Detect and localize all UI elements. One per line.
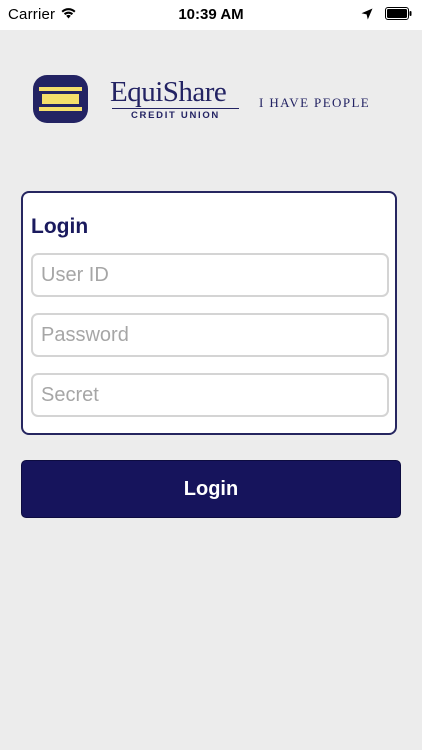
- battery-icon: [385, 7, 412, 24]
- equishare-logo-icon: [33, 75, 88, 123]
- brand-tagline: I HAVE PEOPLE: [259, 95, 371, 110]
- brand-subtitle: CREDIT UNION: [130, 110, 220, 121]
- login-card-title: Login: [31, 215, 89, 238]
- password-input[interactable]: [31, 313, 389, 357]
- login-button[interactable]: Login: [21, 460, 401, 518]
- status-right-group: [361, 7, 412, 24]
- secret-input[interactable]: [31, 373, 389, 417]
- login-card: Login: [21, 191, 397, 435]
- brand-name: EquiShare: [110, 76, 227, 108]
- brand-divider: [112, 108, 239, 109]
- brand-header: EquiShare CREDIT UNION I HAVE PEOPLE: [33, 75, 393, 125]
- status-time: 10:39 AM: [178, 6, 244, 23]
- location-arrow-icon: [361, 7, 373, 24]
- status-bar: Carrier 10:39 AM: [0, 0, 422, 30]
- user-id-input[interactable]: [31, 253, 389, 297]
